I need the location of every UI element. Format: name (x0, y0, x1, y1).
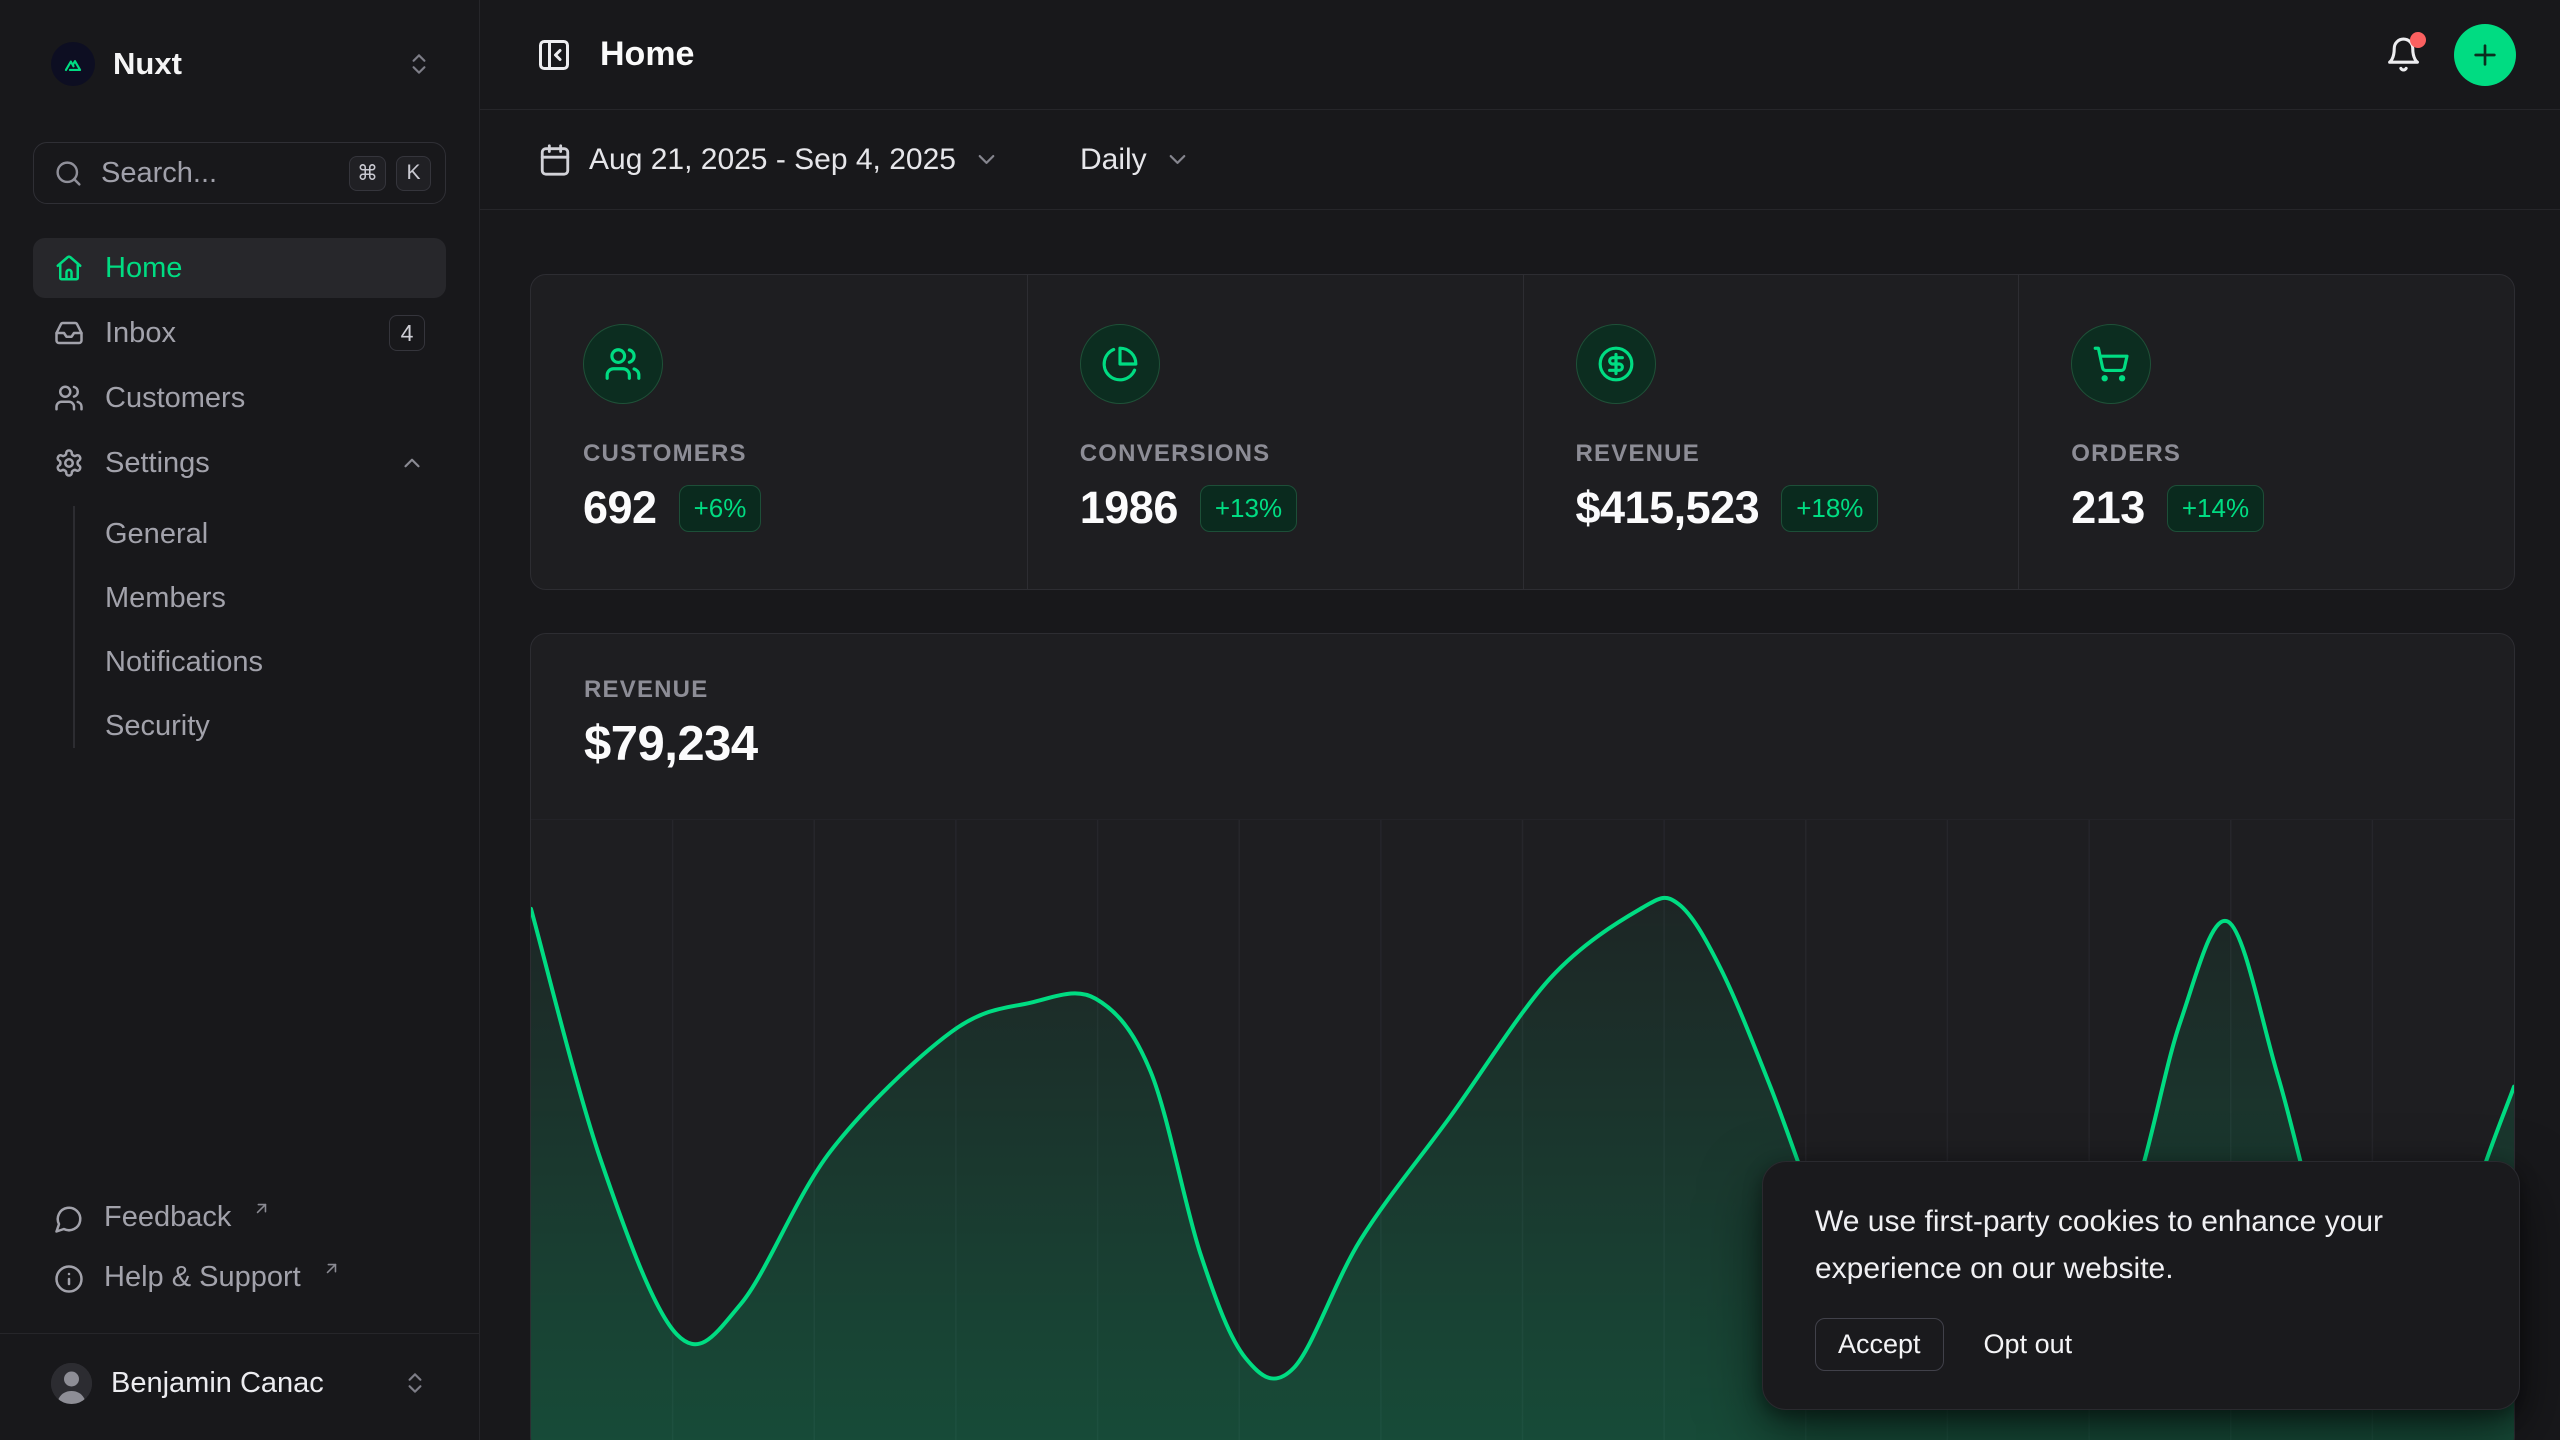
stat-card-revenue[interactable]: REVENUE $415,523 +18% (1523, 275, 2019, 589)
page-title: Home (600, 35, 694, 74)
chevrons-up-down-icon (406, 51, 432, 77)
sidebar-footer: Feedback Help & Support (33, 1195, 446, 1309)
opt-out-button[interactable]: Opt out (1982, 1319, 2075, 1370)
period-label: Daily (1080, 143, 1147, 177)
user-name: Benjamin Canac (111, 1367, 324, 1400)
sidebar-item-customers[interactable]: Customers (33, 368, 446, 428)
stat-value: 213 (2071, 482, 2145, 534)
stat-delta-badge: +14% (2167, 485, 2264, 532)
sidebar-nav: Home Inbox 4 Customers Settings (33, 238, 446, 758)
nuxt-logo-icon (51, 42, 95, 86)
stat-label: ORDERS (2071, 440, 2462, 468)
sidebar-subitem-notifications[interactable]: Notifications (105, 630, 446, 694)
sidebar-item-settings[interactable]: Settings (33, 433, 446, 493)
sidebar-spacer (33, 758, 446, 1195)
stat-value: 692 (583, 482, 657, 534)
app-window: Nuxt ⌘ K Home Inbo (0, 0, 2560, 1440)
workspace-switcher[interactable]: Nuxt (33, 38, 446, 90)
date-range-label: Aug 21, 2025 - Sep 4, 2025 (589, 143, 956, 177)
cookie-actions: Accept Opt out (1815, 1318, 2467, 1371)
stats-row: CUSTOMERS 692 +6% CONVERSIONS 1986 +13% (530, 274, 2515, 590)
stat-card-orders[interactable]: ORDERS 213 +14% (2018, 275, 2514, 589)
user-avatar (51, 1363, 92, 1404)
period-select[interactable]: Daily (1072, 133, 1199, 187)
sidebar-item-feedback[interactable]: Feedback (33, 1195, 446, 1249)
chevrons-up-down-icon (402, 1370, 428, 1396)
stat-card-customers[interactable]: CUSTOMERS 692 +6% (531, 275, 1027, 589)
plus-icon (2469, 39, 2501, 71)
search-icon (54, 159, 83, 188)
chevron-down-icon (1164, 146, 1191, 173)
date-range-picker[interactable]: Aug 21, 2025 - Sep 4, 2025 (530, 133, 1008, 187)
notifications-button[interactable] (2379, 30, 2428, 79)
sidebar-collapse-button[interactable] (530, 31, 578, 79)
stat-card-conversions[interactable]: CONVERSIONS 1986 +13% (1027, 275, 1523, 589)
sidebar-item-home[interactable]: Home (33, 238, 446, 298)
accept-button[interactable]: Accept (1815, 1318, 1944, 1371)
cookie-message: We use first-party cookies to enhance yo… (1815, 1198, 2467, 1292)
chevron-up-icon (399, 450, 425, 476)
stat-delta-badge: +6% (679, 485, 762, 532)
header-actions (2379, 24, 2516, 86)
kbd-k: K (396, 156, 431, 191)
circle-dollar-icon (1576, 324, 1656, 404)
cookie-banner: We use first-party cookies to enhance yo… (1762, 1161, 2520, 1410)
chevron-down-icon (973, 146, 1000, 173)
filters-toolbar: Aug 21, 2025 - Sep 4, 2025 Daily (480, 110, 2560, 210)
sidebar-item-label: Inbox (105, 317, 176, 350)
add-button[interactable] (2454, 24, 2516, 86)
search-input-wrapper[interactable]: ⌘ K (33, 142, 446, 204)
arrow-up-right-icon (252, 1199, 271, 1218)
settings-subnav: General Members Notifications Security (33, 502, 446, 758)
sidebar-item-label: Help & Support (104, 1261, 301, 1294)
users-icon (54, 383, 84, 413)
shopping-cart-icon (2071, 324, 2151, 404)
sidebar-subitem-security[interactable]: Security (105, 694, 446, 758)
chart-header: REVENUE $79,234 (531, 634, 2514, 772)
top-header: Home (480, 0, 2560, 110)
arrow-up-right-icon (322, 1259, 341, 1278)
sidebar-item-label: Customers (105, 382, 245, 415)
home-icon (54, 253, 84, 283)
stat-label: CUSTOMERS (583, 440, 975, 468)
inbox-icon (54, 318, 84, 348)
sidebar: Nuxt ⌘ K Home Inbo (0, 0, 480, 1440)
sidebar-item-inbox[interactable]: Inbox 4 (33, 303, 446, 363)
chart-total-value: $79,234 (584, 716, 2461, 772)
calendar-icon (538, 143, 572, 177)
notification-dot (2410, 32, 2426, 48)
sidebar-subitem-general[interactable]: General (105, 502, 446, 566)
stat-label: REVENUE (1576, 440, 1967, 468)
stat-value: $415,523 (1576, 482, 1760, 534)
search-input[interactable] (101, 157, 331, 190)
sidebar-item-label: Settings (105, 447, 210, 480)
chart-pie-icon (1080, 324, 1160, 404)
message-circle-icon (54, 1204, 84, 1234)
chart-label: REVENUE (584, 676, 2461, 704)
stat-delta-badge: +13% (1200, 485, 1297, 532)
sidebar-subitem-members[interactable]: Members (105, 566, 446, 630)
gear-icon (54, 448, 84, 478)
stat-delta-badge: +18% (1781, 485, 1878, 532)
sidebar-divider (0, 1333, 479, 1334)
brand-name: Nuxt (113, 46, 182, 82)
user-menu[interactable]: Benjamin Canac (33, 1350, 446, 1416)
panel-left-close-icon (536, 37, 572, 73)
inbox-count-badge: 4 (389, 315, 425, 351)
sidebar-item-label: Home (105, 252, 182, 285)
kbd-meta: ⌘ (349, 156, 386, 191)
stat-label: CONVERSIONS (1080, 440, 1471, 468)
users-icon (583, 324, 663, 404)
sidebar-item-help-support[interactable]: Help & Support (33, 1255, 446, 1309)
sidebar-item-label: Feedback (104, 1201, 231, 1234)
info-icon (54, 1264, 84, 1294)
stat-value: 1986 (1080, 482, 1178, 534)
